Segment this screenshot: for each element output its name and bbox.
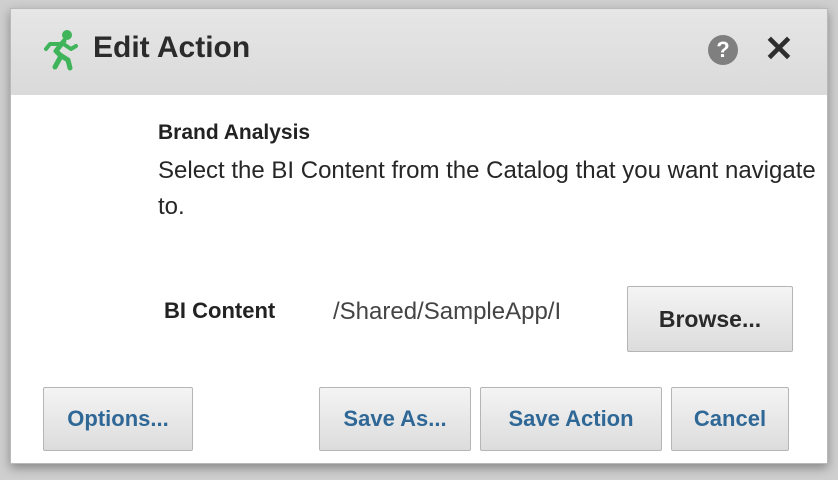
- dialog-title: Edit Action: [93, 31, 251, 64]
- help-icon[interactable]: ?: [708, 35, 738, 65]
- options-button[interactable]: Options...: [43, 387, 193, 451]
- close-icon[interactable]: ✕: [759, 29, 799, 69]
- cancel-button[interactable]: Cancel: [671, 387, 789, 451]
- browse-button[interactable]: Browse...: [627, 286, 793, 352]
- instruction-text: Select the BI Content from the Catalog t…: [158, 157, 816, 220]
- edit-action-dialog: Edit Action ? ✕ Brand Analysis Select th…: [10, 8, 828, 464]
- dialog-titlebar[interactable]: Edit Action ? ✕: [11, 9, 827, 95]
- bi-content-label: BI Content: [164, 298, 276, 323]
- save-action-button[interactable]: Save Action: [480, 387, 662, 451]
- save-as-button[interactable]: Save As...: [319, 387, 471, 451]
- dialog-content: Brand Analysis Select the BI Content fro…: [11, 95, 827, 463]
- target-heading: Brand Analysis: [158, 121, 311, 144]
- bi-content-path: /Shared/SampleApp/I: [333, 298, 562, 325]
- running-man-icon: [44, 30, 78, 71]
